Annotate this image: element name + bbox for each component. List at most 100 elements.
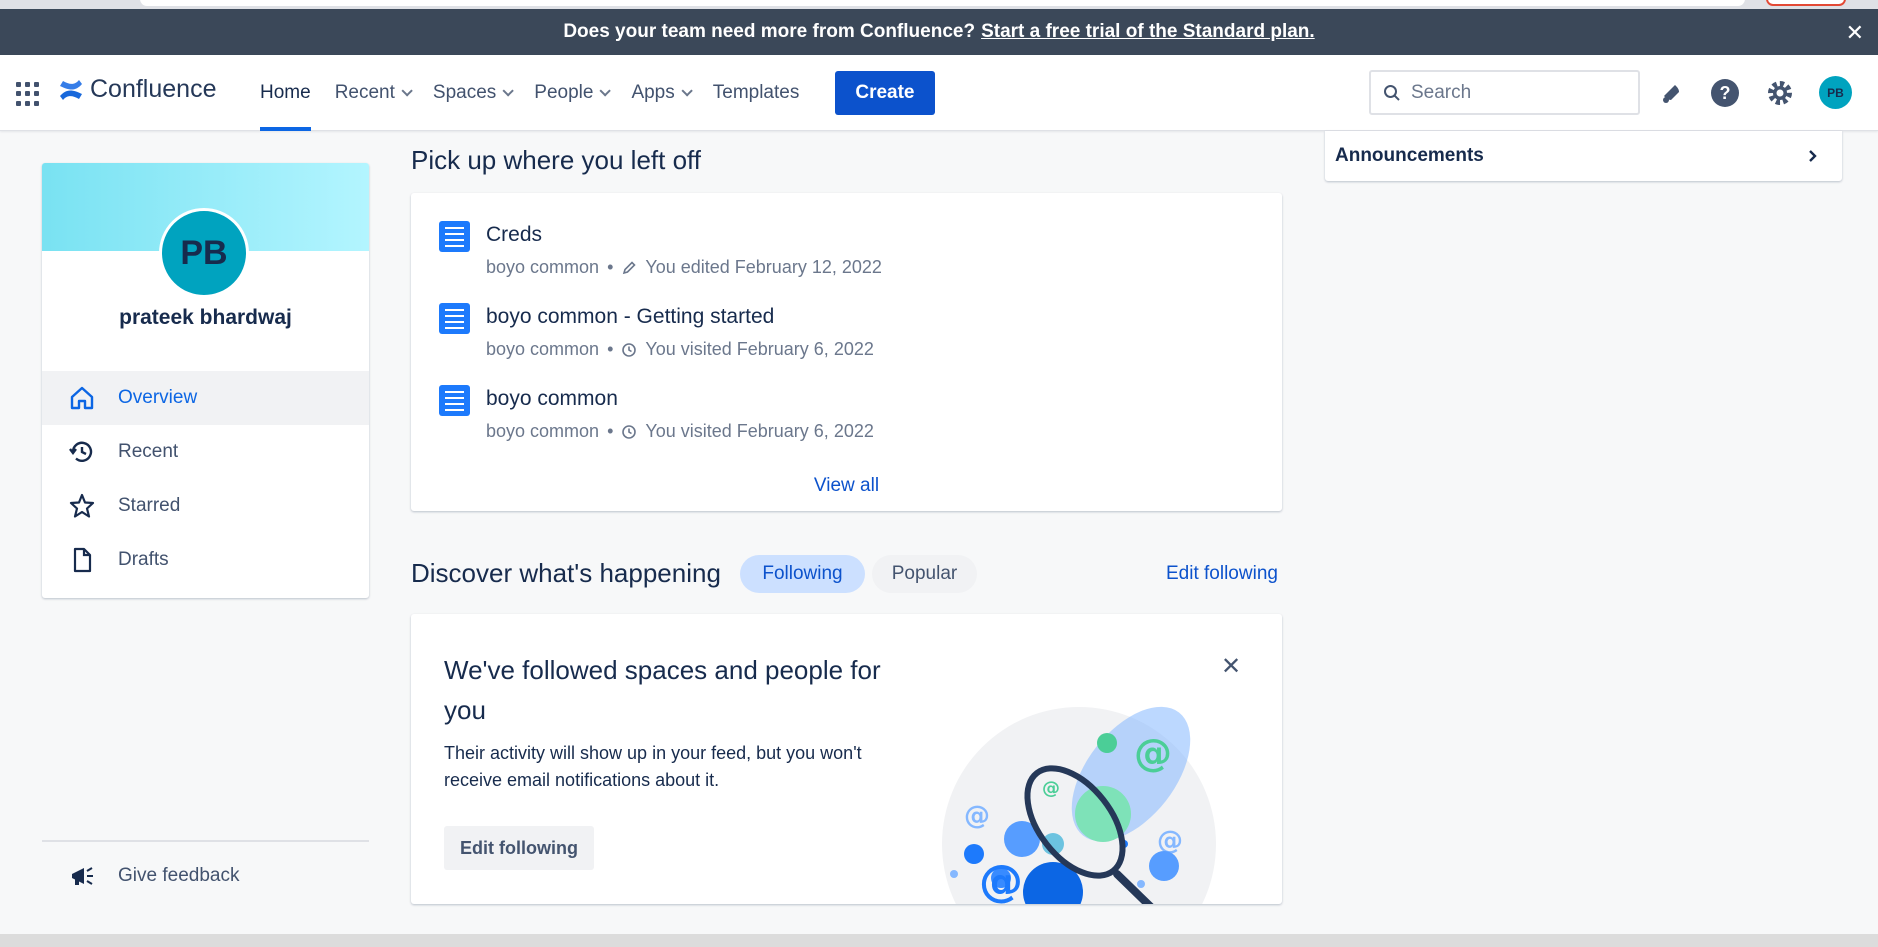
profile-card: PB prateek bhardwaj Overview Recent Star… [42, 163, 369, 598]
sidebar-item-starred[interactable]: Starred [42, 479, 369, 533]
edit-following-link[interactable]: Edit following [1166, 563, 1278, 585]
user-avatar[interactable]: PB [1819, 76, 1852, 109]
pencil-icon [623, 260, 637, 274]
list-item[interactable]: boyo common boyo common • You visited Feb… [439, 385, 874, 442]
nav-home[interactable]: Home [248, 55, 323, 131]
app-switcher-icon[interactable] [16, 82, 40, 106]
create-button[interactable]: Create [835, 71, 935, 115]
page-action: You visited February 6, 2022 [645, 421, 874, 441]
page-action: You visited February 6, 2022 [645, 339, 874, 359]
page-space: boyo common [486, 257, 600, 277]
svg-text:@: @ [1134, 731, 1172, 775]
clock-icon [622, 342, 637, 357]
follow-card-description: Their activity will show up in your feed… [444, 743, 862, 790]
sidebar-item-drafts[interactable]: Drafts [42, 533, 369, 587]
view-all-link[interactable]: View all [411, 475, 1282, 497]
page-meta: boyo common • You visited February 6, 202… [486, 421, 874, 441]
follow-card-title: We've followed spaces and people for you [444, 655, 881, 725]
logo-text: Confluence [90, 75, 217, 103]
page-meta: boyo common • You visited February 6, 202… [486, 339, 874, 359]
discover-section-title: Discover what's happening [411, 558, 721, 588]
followed-spaces-card: We've followed spaces and people for you… [411, 614, 1282, 904]
banner-text: Does your team need more from Confluence… [563, 21, 976, 42]
profile-avatar[interactable]: PB [159, 208, 249, 298]
nav-recent-label: Recent [334, 82, 395, 103]
tab-following[interactable]: Following [740, 555, 865, 593]
page-title[interactable]: boyo common [486, 387, 874, 411]
nav-people[interactable]: People [522, 55, 619, 131]
top-nav: Confluence Home Recent Spaces People App… [0, 55, 1878, 131]
nav-people-label: People [534, 82, 594, 103]
give-feedback-label: Give feedback [118, 865, 240, 886]
nav-spaces[interactable]: Spaces [421, 55, 522, 131]
banner-trial-link[interactable]: Start a free trial of the Standard plan. [981, 21, 1315, 43]
svg-text:?: ? [1720, 83, 1731, 103]
taskbar-strip [0, 934, 1878, 947]
search-box[interactable] [1369, 70, 1640, 115]
chevron-down-icon [681, 85, 693, 97]
chevron-down-icon [599, 85, 612, 97]
draft-icon [73, 547, 92, 573]
settings-gear-icon[interactable] [1764, 77, 1796, 109]
svg-text:@: @ [1042, 778, 1060, 799]
edit-following-button[interactable]: Edit following [444, 826, 594, 870]
recent-section-title: Pick up where you left off [411, 145, 702, 175]
home-icon [70, 386, 94, 410]
list-item[interactable]: boyo common - Getting started boyo commo… [439, 303, 874, 360]
browser-address-pill [140, 0, 1745, 6]
chevron-down-icon [502, 85, 515, 97]
give-feedback-button[interactable]: Give feedback [68, 862, 239, 890]
trial-banner: Does your team need more from Confluence… [0, 9, 1878, 55]
page-space: boyo common [486, 339, 600, 359]
confluence-logo[interactable]: Confluence [58, 75, 216, 104]
page-space: boyo common [486, 421, 600, 441]
svg-text:@: @ [979, 856, 1023, 904]
sidebar-divider [42, 840, 369, 842]
close-icon[interactable]: ✕ [1221, 652, 1241, 681]
nav-recent[interactable]: Recent [323, 55, 421, 131]
recent-pages-card: Creds boyo common • You edited February 1… [411, 193, 1282, 511]
nav-spaces-label: Spaces [432, 82, 497, 103]
svg-text:@: @ [964, 801, 990, 831]
confluence-logo-icon [60, 79, 82, 100]
notifications-icon[interactable] [1655, 77, 1687, 109]
page-icon [439, 303, 470, 334]
nav-templates-label: Templates [712, 82, 800, 103]
browser-record-button[interactable] [1766, 0, 1846, 6]
announcements-panel[interactable]: Announcements [1325, 131, 1842, 181]
page-action: You edited February 12, 2022 [645, 257, 882, 277]
following-illustration: @ @ @ @ @ [942, 706, 1216, 904]
sidebar-item-overview[interactable]: Overview [42, 371, 369, 425]
sidebar-item-label: Recent [118, 441, 179, 462]
chevron-right-icon [1809, 150, 1817, 162]
sidebar-item-recent[interactable]: Recent [42, 425, 369, 479]
clock-icon [622, 424, 637, 439]
star-icon [69, 493, 95, 518]
browser-tab-strip [0, 0, 1878, 9]
page-icon [439, 221, 470, 252]
tab-popular[interactable]: Popular [872, 555, 977, 593]
sidebar-item-label: Overview [118, 387, 198, 408]
chevron-down-icon [401, 85, 413, 97]
profile-name[interactable]: prateek bhardwaj [42, 306, 369, 330]
profile-menu: Overview Recent Starred Drafts [42, 371, 369, 587]
announcements-label: Announcements [1335, 145, 1484, 166]
page-title[interactable]: Creds [486, 223, 882, 247]
help-icon[interactable]: ? [1709, 77, 1741, 109]
page-title[interactable]: boyo common - Getting started [486, 305, 874, 329]
nav-apps-label: Apps [631, 82, 675, 103]
sidebar-item-label: Starred [118, 495, 181, 516]
page-meta: boyo common • You edited February 12, 202… [486, 257, 882, 277]
list-item[interactable]: Creds boyo common • You edited February 1… [439, 221, 882, 278]
search-input[interactable] [1411, 81, 1611, 104]
nav-apps[interactable]: Apps [619, 55, 700, 131]
nav-home-label: Home [260, 82, 311, 103]
nav-templates[interactable]: Templates [701, 55, 812, 131]
page-icon [439, 385, 470, 416]
banner-close-icon[interactable]: ✕ [1846, 20, 1864, 46]
search-icon [1384, 84, 1400, 101]
history-icon [69, 441, 93, 462]
main-menu: Home Recent Spaces People Apps Templates… [248, 55, 935, 131]
megaphone-icon [72, 867, 93, 885]
sidebar-item-label: Drafts [118, 549, 169, 570]
